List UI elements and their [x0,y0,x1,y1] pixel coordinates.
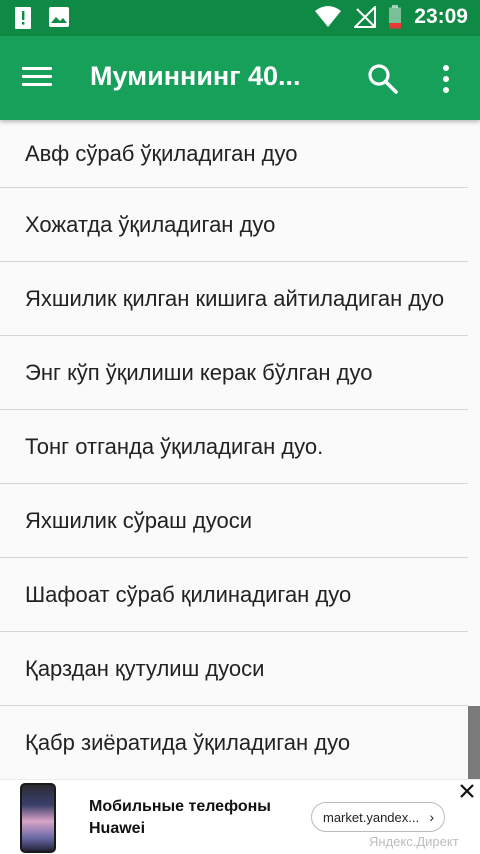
list-item-label: Энг кўп ўқилиши керак бўлган дуо [25,360,373,385]
ad-source: Яндекс.Директ [369,834,459,849]
app-bar: Муминнинг 40... [0,36,480,120]
list-item[interactable]: Хожатда ўқиладиган дуо [0,188,468,262]
alert-icon [15,7,31,29]
dua-list: Авф сўраб ўқиладиган дуо Хожатда ўқилади… [0,120,468,779]
ad-title: Мобильные телефоны Huawei [89,798,271,837]
ad-banner[interactable]: Мобильные телефоны Huawei market.yandex.… [0,779,480,854]
menu-icon[interactable] [22,62,62,94]
list-item[interactable]: Яхшилик сўраш дуоси [0,484,468,558]
ad-link-button[interactable]: market.yandex... › [311,802,445,832]
chevron-right-icon: › [429,809,434,825]
search-icon[interactable] [366,62,400,96]
list-item[interactable]: Яхшилик қилган кишига айтиладиган дуо [0,262,468,336]
list-item-label: Яхшилик қилган кишига айтиладиган дуо [25,286,445,311]
battery-low-icon [389,5,402,29]
list-item-label: Қабр зиёратида ўқиладиган дуо [25,730,351,755]
no-signal-icon [354,6,377,28]
list-item[interactable]: Қарздан қутулиш дуоси [0,632,468,706]
ad-phone-image [20,783,56,853]
list-item-label: Тонг отганда ўқиладиган дуо. [25,434,324,459]
status-time: 23:09 [414,5,468,28]
image-icon [49,7,69,27]
list-item[interactable]: Шафоат сўраб қилинадиган дуо [0,558,468,632]
ad-link-label: market.yandex... [323,809,420,825]
list-item[interactable]: Қабр зиёратида ўқиладиган дуо [0,706,468,779]
status-bar: 23:09 [0,0,480,36]
list-item-label: Хожатда ўқиладиган дуо [25,212,276,237]
wifi-icon [315,6,342,27]
list-item-label: Яхшилик сўраш дуоси [25,508,253,533]
list-item[interactable]: Тонг отганда ўқиладиган дуо. [0,410,468,484]
more-vert-icon[interactable] [436,62,456,96]
list-item[interactable]: Энг кўп ўқилиши керак бўлган дуо [0,336,468,410]
list-item-label: Шафоат сўраб қилинадиган дуо [25,582,352,607]
page-title: Муминнинг 40... [90,61,301,91]
close-icon[interactable] [458,782,476,800]
list-item-label: Авф сўраб ўқиладиган дуо [25,141,298,166]
list-item[interactable]: Авф сўраб ўқиладиган дуо [0,120,468,188]
scrollbar[interactable] [468,706,480,779]
list-item-label: Қарздан қутулиш дуоси [25,656,265,681]
